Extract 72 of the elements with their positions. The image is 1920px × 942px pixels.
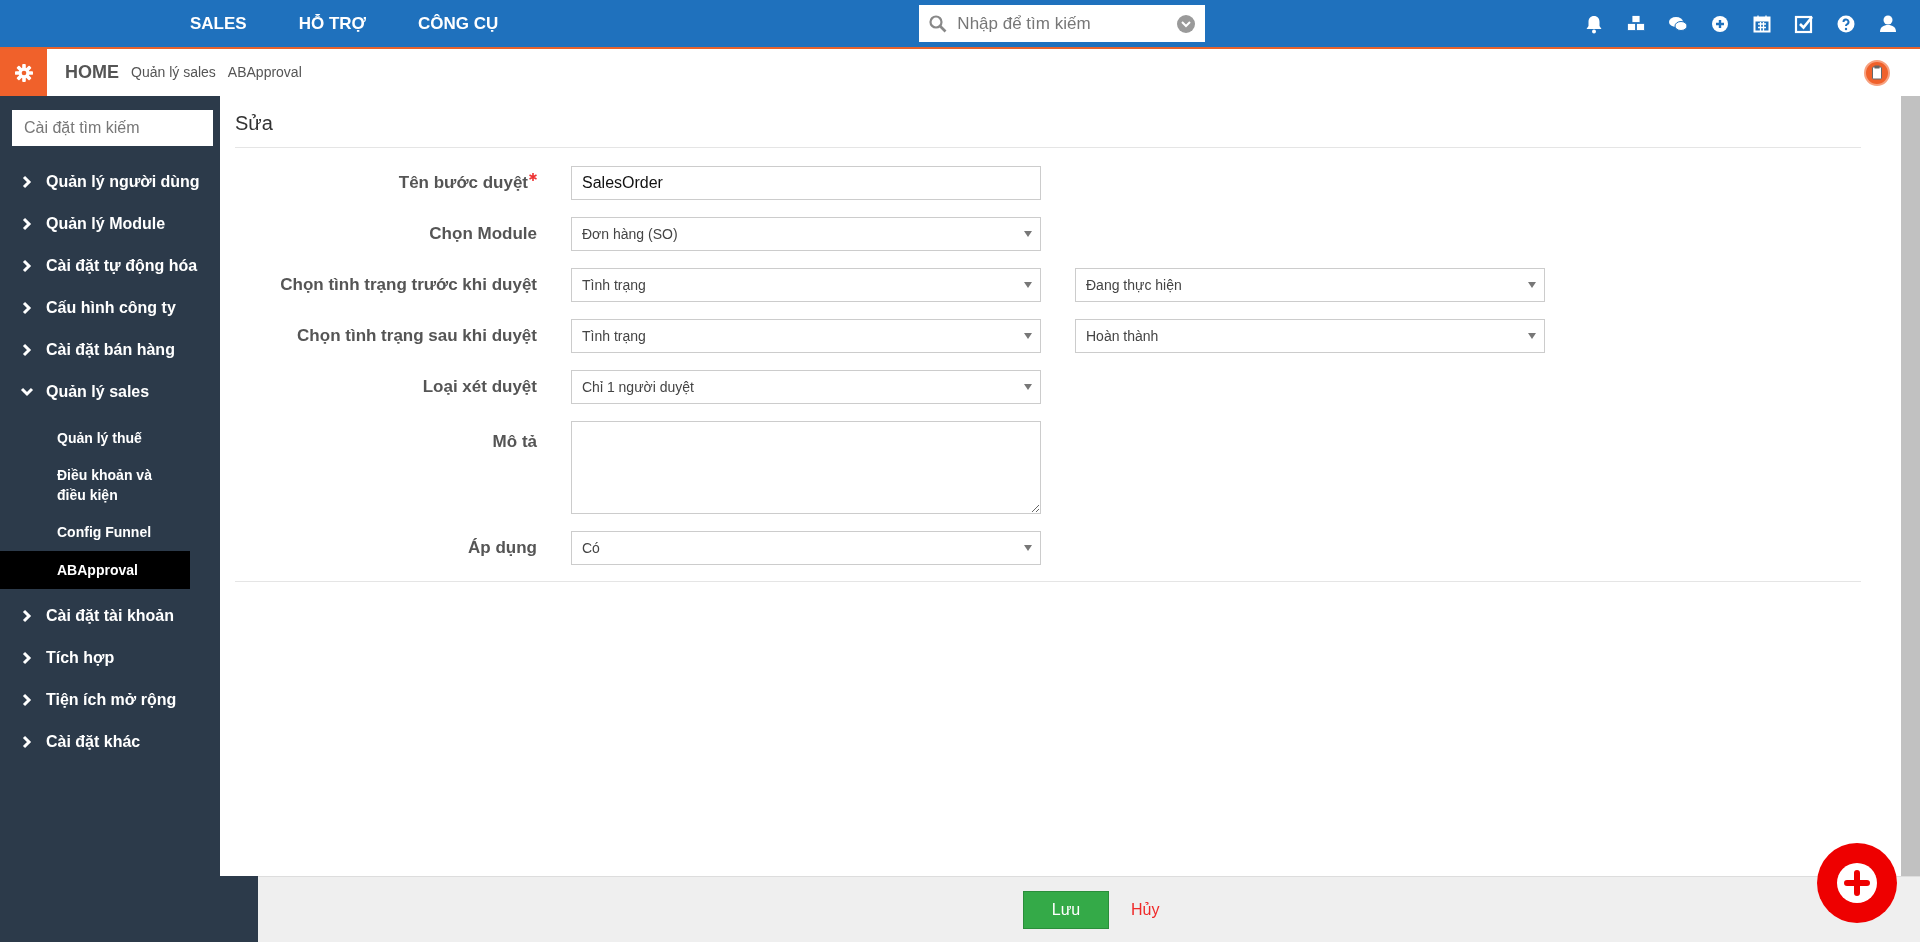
caret-down-icon — [1528, 333, 1536, 339]
settings-icon — [14, 63, 33, 82]
nav-link[interactable]: SALES — [190, 10, 247, 37]
bell-icon[interactable] — [1584, 13, 1604, 34]
sidebar-item[interactable]: Cài đặt tự động hóa — [0, 245, 220, 287]
select-field[interactable]: Tình trạng — [571, 319, 1041, 353]
select-field[interactable]: Hoàn thành — [1075, 319, 1545, 353]
caret-down-icon — [1528, 282, 1536, 288]
cubes-icon[interactable] — [1626, 13, 1646, 34]
checkbox-icon[interactable] — [1794, 13, 1814, 34]
search-field[interactable]: Nhập để tìm kiếm — [919, 5, 1206, 42]
field-label: Chọn Module — [429, 223, 537, 246]
dropdown-icon[interactable] — [1177, 15, 1196, 33]
required-icon — [529, 173, 537, 182]
scrollbar[interactable] — [1901, 96, 1920, 876]
text-field[interactable]: SalesOrder — [571, 166, 1041, 200]
field-label: Chọn tình trạng sau khi duyệt — [297, 325, 537, 348]
field-label: Áp dụng — [468, 537, 537, 560]
plus-icon — [1837, 863, 1877, 903]
nav-link[interactable]: CÔNG CỤ — [418, 10, 499, 37]
select-field[interactable]: Chỉ 1 người duyệt — [571, 370, 1041, 404]
add-circle-icon[interactable] — [1710, 13, 1730, 34]
chevron-right-icon — [20, 609, 34, 623]
chevron-right-icon — [20, 217, 34, 231]
description-field[interactable] — [571, 421, 1041, 514]
field-label: Mô tả — [492, 431, 537, 453]
sidebar-item[interactable]: Cài đặt khác — [0, 721, 220, 763]
caret-down-icon — [1024, 384, 1032, 390]
nav-link[interactable]: HỖ TRỢ — [298, 10, 367, 37]
cancel-link[interactable]: Hủy — [1131, 897, 1160, 922]
chevron-right-icon — [20, 259, 34, 273]
caret-down-icon — [1024, 333, 1032, 339]
help-icon[interactable] — [1836, 13, 1856, 34]
field-label: Tên bước duyệt — [398, 172, 528, 195]
calendar-icon[interactable] — [1752, 13, 1772, 34]
sidebar-item[interactable]: Quản lý người dùng — [0, 161, 220, 203]
chevron-right-icon — [20, 651, 34, 665]
home-link[interactable]: HOME — [65, 59, 119, 86]
sidebar-subitem[interactable]: Quản lý thuế — [0, 419, 190, 457]
chevron-right-icon — [20, 175, 34, 189]
sidebar-item[interactable]: Cấu hình công ty — [0, 287, 220, 329]
breadcrumb-link[interactable]: Quản lý sales — [131, 62, 216, 83]
caret-down-icon — [1024, 231, 1032, 237]
select-field[interactable]: Tình trạng — [571, 268, 1041, 302]
caret-down-icon — [1024, 545, 1032, 551]
select-field[interactable]: Đơn hàng (SO) — [571, 217, 1041, 251]
sidebar-item[interactable]: Quản lý Module — [0, 203, 220, 245]
user-icon[interactable] — [1878, 13, 1898, 34]
sidebar-item[interactable]: Cài đặt tài khoản — [0, 595, 220, 637]
form-title: Sửa — [235, 111, 274, 136]
chevron-right-icon — [20, 735, 34, 749]
chevron-right-icon — [20, 343, 34, 357]
breadcrumb-link[interactable]: ABApproval — [227, 62, 302, 83]
sidebar-item[interactable]: Tích hợp — [0, 637, 220, 679]
field-label: Loại xét duyệt — [422, 376, 537, 399]
clipboard-icon[interactable] — [1864, 59, 1890, 86]
sidebar-subitem[interactable]: ABApproval — [0, 551, 190, 589]
chevron-right-icon — [20, 301, 34, 315]
sidebar-item[interactable]: Quản lý sales — [0, 371, 220, 413]
sidebar-item[interactable]: Tiện ích mở rộng — [0, 679, 220, 721]
select-field[interactable]: Có — [571, 531, 1041, 565]
search-icon — [929, 15, 948, 33]
settings-button[interactable] — [0, 49, 47, 96]
sidebar-subitem[interactable]: Config Funnel — [0, 513, 190, 551]
chevron-down-icon — [20, 385, 34, 399]
field-label: Chọn tình trạng trước khi duyệt — [280, 274, 537, 297]
sidebar-item[interactable]: Cài đặt bán hàng — [0, 329, 220, 371]
chevron-right-icon — [20, 693, 34, 707]
sidebar-subitem[interactable]: Điều khoản và điều kiện — [0, 457, 190, 513]
select-field[interactable]: Đang thực hiện — [1075, 268, 1545, 302]
caret-down-icon — [1024, 282, 1032, 288]
settings-search-field[interactable]: Cài đặt tìm kiếm — [12, 110, 213, 146]
